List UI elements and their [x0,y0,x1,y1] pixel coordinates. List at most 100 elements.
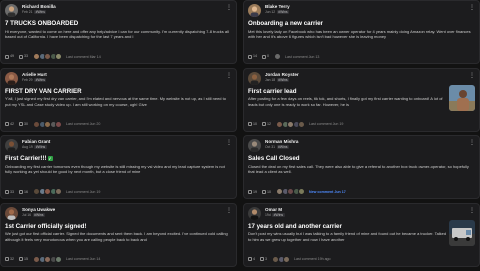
comment-button[interactable]: 33 [19,54,28,59]
like-button[interactable]: 4 [248,257,255,262]
post-meta: Jan 18 #Wins [265,77,290,82]
post-body[interactable]: Don't post my wins usually but I was tal… [248,231,447,242]
comment-button[interactable]: 16 [19,190,28,194]
post-date: 19d [265,212,271,217]
like-count: 33 [10,189,14,194]
like-button[interactable]: 49 [5,54,14,59]
post-card[interactable]: Omar M 19d #Wins ⋮ 17 years old and anoth… [243,202,480,267]
post-title[interactable]: FIRST DRY VAN CARRIER [5,88,232,95]
more-options-icon[interactable]: ⋮ [226,140,232,146]
post-title-text: 1st Carrier officially signed! [5,222,87,230]
more-options-icon[interactable]: ⋮ [469,5,475,11]
post-body[interactable]: Hi everyone, wanted to come on here and … [5,29,232,40]
comment-button[interactable]: 30 [19,122,28,127]
comment-button[interactable]: 0 [262,54,269,59]
like-button[interactable]: 32 [5,257,14,262]
post-thumbnail[interactable] [449,219,475,246]
post-title[interactable]: 7 TRUCKS ONBOARDED [5,20,232,27]
post-body[interactable]: Y'all, I just signed my first dry van ca… [5,96,232,107]
more-options-icon[interactable]: ⋮ [469,73,475,79]
post-card[interactable]: Blake Terry Jun 12 #Wins ⋮ Onboarding a n… [243,0,480,64]
post-title-text: FIRST DRY VAN CARRIER [5,87,82,95]
post-title[interactable]: First carrier lead [248,88,447,95]
like-button[interactable]: 19 [248,190,257,194]
category-badge[interactable]: #Wins [34,145,47,150]
post-body[interactable]: Met this lovely lady on Facebook who has… [248,29,475,40]
post-title-text: 7 TRUCKS ONBOARDED [5,20,79,27]
comment-button[interactable]: 15 [19,257,28,262]
author-name[interactable]: Richard Bonilla [22,4,56,9]
avatar[interactable] [248,206,261,220]
more-options-icon[interactable]: ⋮ [469,140,475,146]
last-comment-time: Last comment Jun 14 [66,257,101,262]
post-meta: Jun 12 #Wins [265,10,290,14]
author-name[interactable]: Blake Terry [265,4,290,9]
commenter-avatars [33,255,62,263]
category-badge[interactable]: #Wins [272,212,285,217]
like-count: 32 [10,257,14,262]
post-title[interactable]: Onboarding a new carrier [248,20,475,27]
author-name[interactable]: Norman Mishra [265,139,298,144]
post-thumbnail[interactable] [449,84,475,111]
more-options-icon[interactable]: ⋮ [469,208,475,214]
author-name[interactable]: Jordan Royster [265,72,299,77]
like-button[interactable]: 14 [248,54,257,59]
author-name[interactable]: Arielle Hurt [22,72,47,77]
post-card[interactable]: Jordan Royster Jan 18 #Wins ⋮ First carri… [243,67,480,132]
post-card[interactable]: Richard Bonilla Feb 21 #Wins ⋮ 7 TRUCKS O… [0,0,237,64]
post-stats: 33 16 Last comment Jun 19 [5,188,232,196]
post-title[interactable]: First Carrier!!! ✓ [5,155,232,162]
avatar[interactable] [5,139,18,153]
category-badge[interactable]: #Wins [34,77,47,82]
avatar[interactable] [5,4,18,17]
avatar[interactable] [5,71,18,85]
avatar[interactable] [248,71,261,85]
new-comment-indicator[interactable]: New comment Jun 17 [309,190,346,194]
like-button[interactable]: 33 [5,190,14,194]
post-header: Sonya Uwakwe Jul 16 #Wins ⋮ [5,206,232,221]
category-badge[interactable]: #Wins [276,10,290,14]
post-title[interactable]: 1st Carrier officially signed! [5,223,232,230]
author-name[interactable]: Fabian Grant [22,139,50,144]
author-name[interactable]: Omar M [265,207,282,212]
avatar[interactable] [248,4,261,17]
post-stats: 4 3 Last comment 19h ago [248,255,475,263]
thumbs-up-icon [5,122,9,127]
category-badge[interactable]: #Wins [276,145,289,150]
thumbs-up-icon [248,122,252,127]
category-badge[interactable]: #Wins [276,77,290,82]
avatar[interactable] [5,206,18,220]
post-meta: Aug 19 #Wins [22,145,47,150]
category-badge[interactable]: #Wins [34,10,47,14]
post-title[interactable]: Sales Call Closed [248,155,475,162]
like-count: 4 [253,257,255,262]
post-body[interactable]: After posting for a few days on reels, t… [248,96,447,107]
post-body[interactable]: We just got our first official carrier. … [5,231,232,242]
post-header: Blake Terry Jun 12 #Wins ⋮ [248,4,475,18]
comment-button[interactable]: 12 [262,122,271,127]
post-header: Richard Bonilla Feb 21 #Wins ⋮ [5,4,232,18]
post-card[interactable]: Arielle Hurt Feb 29 #Wins ⋮ FIRST DRY VAN… [0,67,237,132]
comment-button[interactable]: 3 [260,257,267,262]
avatar [298,188,305,196]
post-card[interactable]: Fabian Grant Aug 19 #Wins ⋮ First Carrier… [0,135,237,200]
avatar[interactable] [248,139,261,153]
like-button[interactable]: 42 [5,122,14,127]
author-name[interactable]: Sonya Uwakwe [22,207,55,212]
thumbs-up-icon [248,54,252,59]
post-body[interactable]: Onboarding my first carrier tomorrow eve… [5,164,232,175]
more-options-icon[interactable]: ⋮ [226,73,232,79]
post-card[interactable]: Norman Mishra Oct 31 #Wins ⋮ Sales Call C… [243,135,480,200]
like-button[interactable]: 10 [248,122,257,127]
like-count: 19 [253,189,257,194]
comment-button[interactable]: 10 [262,190,271,194]
category-badge[interactable]: #Wins [32,212,45,217]
commenter-avatars [276,120,305,128]
more-options-icon[interactable]: ⋮ [226,5,232,11]
post-grid: Richard Bonilla Feb 21 #Wins ⋮ 7 TRUCKS O… [0,0,480,271]
post-title[interactable]: 17 years old and another carrier [248,223,447,230]
post-body[interactable]: Closed the deal on my first sales call. … [248,164,475,175]
more-options-icon[interactable]: ⋮ [226,208,232,214]
post-card[interactable]: Sonya Uwakwe Jul 16 #Wins ⋮ 1st Carrier o… [0,202,237,267]
post-header: Omar M 19d #Wins ⋮ [248,206,475,221]
